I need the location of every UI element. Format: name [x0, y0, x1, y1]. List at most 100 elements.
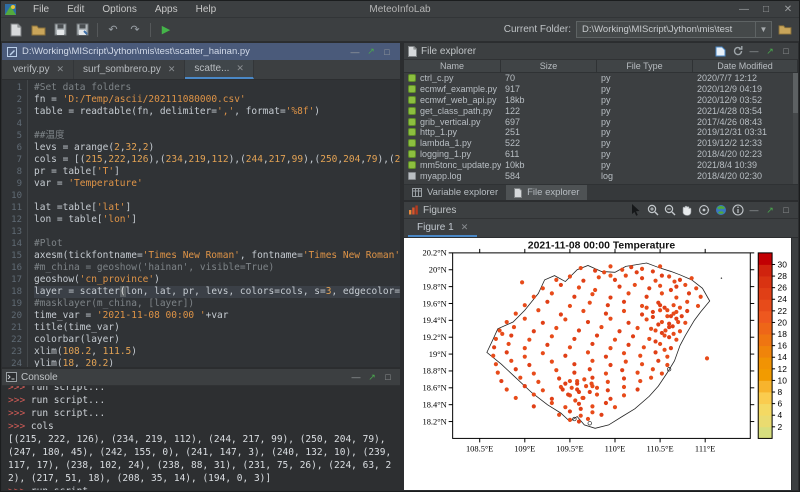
close-icon[interactable]: ✕ [57, 64, 65, 75]
redo-button[interactable]: ↷ [125, 21, 145, 39]
menu-help[interactable]: Help [187, 4, 226, 15]
column-header-size[interactable]: Size [501, 60, 597, 72]
editor-tab-verify-py[interactable]: verify.py✕ [4, 60, 74, 79]
editor-tab-scatte-[interactable]: scatte...✕ [185, 60, 254, 79]
svg-text:19.8°N: 19.8°N [422, 281, 446, 291]
table-row[interactable]: myapp.log584log2018/4/20 02:30 [404, 170, 798, 181]
close-button[interactable]: ✕ [777, 4, 799, 15]
table-row[interactable]: mm5tonc_update.py10kbpy2021/8/4 10:39 [404, 159, 798, 170]
new-file-button[interactable] [6, 21, 26, 39]
zoom-in-icon[interactable] [644, 203, 661, 218]
menu-apps[interactable]: Apps [146, 4, 187, 15]
minimize-button[interactable]: — [733, 4, 755, 15]
code-line-19: #masklayer(m_china, [layer]) [34, 298, 400, 310]
svg-text:20: 20 [778, 317, 788, 327]
file-date: 2021/4/28 03:54 [693, 106, 798, 116]
current-folder-combobox[interactable]: D:\Working\MIScript\Jython\mis\test ▼ [576, 21, 772, 38]
column-header-date-modified[interactable]: Date Modified [693, 60, 798, 72]
refresh-icon[interactable] [729, 44, 746, 59]
table-row[interactable]: http_1.py251py2019/12/31 03:31 [404, 127, 798, 138]
file-name: get_class_path.py [420, 106, 493, 116]
table-row[interactable]: lambda_1.py522py2019/12/2 12:33 [404, 138, 798, 149]
editor-title-bar: D:\Working\MIScript\Jython\mis\test\scat… [2, 43, 400, 60]
table-row[interactable]: ctrl_c.py70py2020/7/7 12:12 [404, 73, 798, 84]
left-column: D:\Working\MIScript\Jython\mis\test\scat… [1, 42, 403, 491]
console-line: [(215, 222, 126), (234, 219, 112), (244,… [8, 433, 400, 485]
file-table-rows: ctrl_c.py70py2020/7/7 12:12ecmwf_example… [404, 73, 798, 181]
table-row[interactable]: ecmwf_web_api.py18kbpy2020/12/9 03:52 [404, 95, 798, 106]
file-date: 2020/12/9 04:19 [693, 84, 798, 94]
editor-tab-surf-sombrero-py[interactable]: surf_sombrero.py✕ [74, 60, 185, 79]
code-line-4 [34, 118, 400, 130]
save-as-button[interactable] [72, 21, 92, 39]
tab-file-explorer[interactable]: File explorer [506, 185, 587, 200]
panel-float-icon[interactable]: ↗ [762, 205, 778, 216]
console-line: >>> run script... [8, 407, 400, 420]
menu-file[interactable]: File [24, 4, 58, 15]
scrollbar[interactable] [791, 238, 798, 490]
browse-folder-button[interactable] [775, 21, 795, 38]
select-cursor-icon[interactable] [627, 203, 644, 218]
close-icon[interactable]: ✕ [461, 222, 469, 233]
tab-label: Variable explorer [427, 187, 498, 198]
table-row[interactable]: ecmwf_example.py917py2020/12/9 04:19 [404, 84, 798, 95]
document-icon[interactable] [712, 44, 729, 59]
tab-variable-explorer[interactable]: Variable explorer [404, 185, 506, 200]
table-row[interactable]: logging_1.py611py2018/4/20 02:23 [404, 149, 798, 160]
table-row[interactable]: grib_vertical.py697py2017/4/26 08:43 [404, 116, 798, 127]
panel-maximize-button[interactable]: □ [778, 46, 794, 56]
panel-maximize-button[interactable]: □ [379, 47, 395, 57]
panel-minimize-button[interactable]: — [746, 205, 762, 215]
close-icon[interactable]: ✕ [168, 64, 176, 75]
column-header-file-type[interactable]: File Type [597, 60, 693, 72]
tab-figure-1[interactable]: Figure 1 ✕ [408, 219, 477, 237]
run-script-button[interactable]: ▶ [156, 21, 176, 39]
svg-text:2021-11-08 00:00 Temperature: 2021-11-08 00:00 Temperature [528, 240, 676, 251]
panel-minimize-button[interactable]: — [348, 372, 364, 382]
close-icon[interactable]: ✕ [236, 63, 244, 74]
svg-text:109.5°E: 109.5°E [556, 443, 583, 453]
save-button[interactable] [50, 21, 70, 39]
zoom-out-icon[interactable] [661, 203, 678, 218]
page-icon [408, 46, 417, 57]
code-area[interactable]: 123456789101112131415161718192021222324 … [2, 80, 400, 367]
maximize-button[interactable]: □ [755, 4, 777, 15]
rotate-icon[interactable] [695, 203, 712, 218]
file-date: 2017/4/26 08:43 [693, 117, 798, 127]
explorer-bottom-tabs: Variable explorer File explorer [404, 184, 798, 200]
file-size: 10kb [501, 160, 597, 170]
svg-text:4: 4 [778, 410, 783, 420]
file-size: 584 [501, 171, 597, 181]
table-row[interactable]: get_class_path.py122py2021/4/28 03:54 [404, 105, 798, 116]
code-text[interactable]: #Set data foldersfn = 'D:/Temp/ascii/202… [28, 80, 400, 367]
column-header-name[interactable]: Name [404, 60, 501, 72]
chevron-down-icon[interactable]: ▼ [755, 22, 771, 37]
file-name: grib_vertical.py [420, 117, 481, 127]
code-line-9: var = 'Temperature' [34, 178, 400, 190]
panel-minimize-button[interactable]: — [347, 47, 363, 57]
pan-hand-icon[interactable] [678, 203, 695, 218]
toolbar-separator [150, 23, 151, 37]
menu-options[interactable]: Options [93, 4, 145, 15]
menu-edit[interactable]: Edit [58, 4, 93, 15]
open-folder-button[interactable] [28, 21, 48, 39]
panel-float-icon[interactable]: ↗ [762, 46, 778, 57]
undo-button[interactable]: ↶ [103, 21, 123, 39]
file-type: py [597, 95, 693, 105]
file-name: http_1.py [420, 127, 457, 137]
code-line-13 [34, 226, 400, 238]
figure-plot[interactable]: 2021-11-08 00:00 Temperature108.5°E109°E… [404, 238, 791, 490]
info-icon[interactable] [729, 203, 746, 218]
console-output[interactable]: >>> run script...>>> run script...>>> ru… [2, 386, 400, 490]
panel-float-icon[interactable]: ↗ [364, 372, 380, 383]
panel-minimize-button[interactable]: — [746, 46, 762, 56]
svg-text:19.6°N: 19.6°N [422, 298, 446, 308]
panel-maximize-button[interactable]: □ [380, 372, 396, 382]
globe-icon[interactable] [712, 203, 729, 218]
panel-float-icon[interactable]: ↗ [363, 46, 379, 57]
code-line-17: geoshow('cn_province') [34, 274, 400, 286]
log-file-icon [408, 172, 416, 180]
scrollbar[interactable] [793, 73, 798, 184]
panel-maximize-button[interactable]: □ [778, 205, 794, 215]
file-type: py [597, 73, 693, 83]
